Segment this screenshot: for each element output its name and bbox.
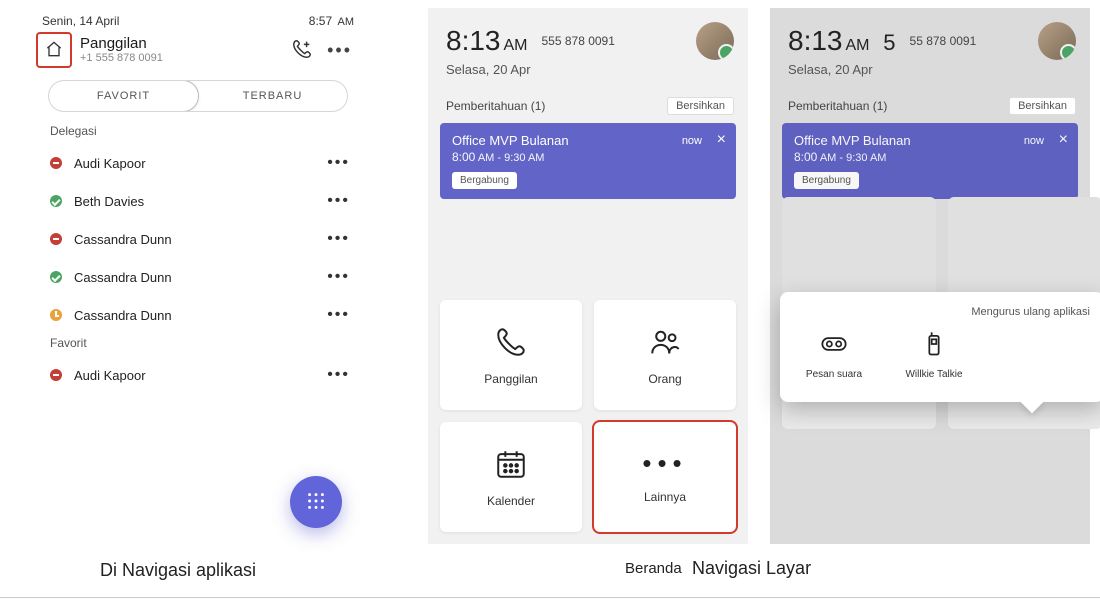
top-bar: 8:13AM 5 55 878 0091 <box>770 8 1090 62</box>
join-button[interactable]: Bergabung <box>794 172 859 189</box>
row-overflow-icon[interactable]: ••• <box>327 230 350 248</box>
row-overflow-icon[interactable]: ••• <box>327 268 350 286</box>
close-icon[interactable]: × <box>717 131 726 149</box>
home-screen-popover: 8:13AM 5 55 878 0091 Selasa, 20 Apr Pemb… <box>770 8 1090 544</box>
voicemail-icon <box>820 330 848 369</box>
contact-row[interactable]: Audi Kapoor ••• <box>32 356 364 394</box>
presence-available-icon <box>50 271 62 283</box>
caption-left: Di Navigasi aplikasi <box>100 560 256 581</box>
row-overflow-icon[interactable]: ••• <box>327 366 350 384</box>
phone-number: 555 878 0091 <box>542 34 615 48</box>
notifications-label: Pemberitahuan (1) <box>788 99 887 113</box>
meeting-now-badge: now <box>682 135 702 147</box>
date-label: Selasa, 20 Apr <box>770 62 1090 89</box>
clear-button[interactable]: Bersihkan <box>667 97 734 115</box>
app-tile-grid: Panggilan Orang <box>440 300 736 532</box>
contact-row[interactable]: Audi Kapoor ••• <box>32 144 364 182</box>
tile-placeholder <box>782 197 936 307</box>
tab-bar: FAVORIT TERBARU <box>48 80 348 112</box>
caption-right: Navigasi Layar <box>692 558 811 579</box>
date-label: Selasa, 20 Apr <box>428 62 748 89</box>
row-overflow-icon[interactable]: ••• <box>327 154 350 172</box>
tab-recent[interactable]: TERBARU <box>198 81 347 111</box>
presence-busy-icon <box>50 369 62 381</box>
tile-calendar[interactable]: Kalender <box>440 422 582 532</box>
calls-screen: Senin, 14 April 8:57 AM Panggilan +1 555… <box>32 8 364 544</box>
meeting-card[interactable]: Office MVP Bulanan 8:00 AM - 9:30 AM now… <box>782 123 1078 199</box>
join-button[interactable]: Bergabung <box>452 172 517 189</box>
contact-row[interactable]: Beth Davies ••• <box>32 182 364 220</box>
home-button-highlight[interactable] <box>36 32 72 68</box>
dialpad-fab[interactable] <box>290 476 342 528</box>
section-delegates: Delegasi <box>32 122 364 144</box>
presence-away-icon <box>50 309 62 321</box>
status-time: 8:57 AM <box>309 14 354 28</box>
people-icon <box>648 325 682 372</box>
clock: 8:13AM 5 <box>788 25 896 57</box>
notifications-header: Pemberitahuan (1) Bersihkan <box>428 89 748 119</box>
tile-more[interactable]: ••• Lainnya <box>594 422 736 532</box>
top-bar: 8:13AM 555 878 0091 <box>428 8 748 62</box>
avatar[interactable] <box>1038 22 1076 60</box>
close-icon[interactable]: × <box>1059 131 1068 149</box>
presence-busy-icon <box>50 157 62 169</box>
status-bar: Senin, 14 April 8:57 AM <box>32 8 364 28</box>
header-text: Panggilan +1 555 878 0091 <box>80 36 163 65</box>
presence-busy-icon <box>50 233 62 245</box>
notif-count: 5 <box>883 30 895 55</box>
home-screen: 8:13AM 555 878 0091 Selasa, 20 Apr Pembe… <box>428 8 748 544</box>
overflow-icon[interactable]: ••• <box>327 40 352 61</box>
dialpad-icon <box>305 490 327 515</box>
clock: 8:13AM <box>446 25 528 57</box>
walkie-talkie-icon <box>920 330 948 369</box>
row-overflow-icon[interactable]: ••• <box>327 306 350 324</box>
more-icon: ••• <box>642 450 687 476</box>
clear-button[interactable]: Bersihkan <box>1009 97 1076 115</box>
status-date: Senin, 14 April <box>42 14 119 28</box>
caption-mid: Beranda <box>625 560 682 577</box>
popover-heading[interactable]: Mengurus ulang aplikasi <box>794 306 1090 318</box>
home-icon <box>44 39 64 62</box>
meeting-card[interactable]: Office MVP Bulanan 8:00 AM - 9:30 AM now… <box>440 123 736 199</box>
phone-icon <box>494 325 528 372</box>
calendar-icon <box>494 447 528 494</box>
page-subtitle: +1 555 878 0091 <box>80 52 163 64</box>
phone-number: 55 878 0091 <box>910 34 977 48</box>
section-favorites: Favorit <box>32 334 364 356</box>
contact-row[interactable]: Cassandra Dunn ••• <box>32 220 364 258</box>
meeting-now-badge: now <box>1024 135 1044 147</box>
popover-item-voicemail[interactable]: Pesan suara <box>798 330 870 380</box>
row-overflow-icon[interactable]: ••• <box>327 192 350 210</box>
meeting-time: 8:00 AM - 9:30 AM <box>794 150 1066 164</box>
contact-row[interactable]: Cassandra Dunn ••• <box>32 258 364 296</box>
calls-header: Panggilan +1 555 878 0091 ••• <box>32 28 364 74</box>
tile-placeholder <box>948 197 1100 307</box>
notifications-header: Pemberitahuan (1) Bersihkan <box>770 89 1090 119</box>
notifications-label: Pemberitahuan (1) <box>446 99 545 113</box>
tile-calls[interactable]: Panggilan <box>440 300 582 410</box>
presence-available-icon <box>50 195 62 207</box>
meeting-time: 8:00 AM - 9:30 AM <box>452 150 724 164</box>
contact-row[interactable]: Cassandra Dunn ••• <box>32 296 364 334</box>
page-title: Panggilan <box>80 36 163 53</box>
tile-people[interactable]: Orang <box>594 300 736 410</box>
popover-item-walkie-talkie[interactable]: Willkie Talkie <box>898 330 970 380</box>
more-apps-popover: Mengurus ulang aplikasi Pesan suara <box>780 292 1100 402</box>
bottom-divider <box>0 597 1100 598</box>
tab-favorites[interactable]: FAVORIT <box>48 80 199 112</box>
new-call-icon[interactable] <box>291 38 313 63</box>
avatar[interactable] <box>696 22 734 60</box>
